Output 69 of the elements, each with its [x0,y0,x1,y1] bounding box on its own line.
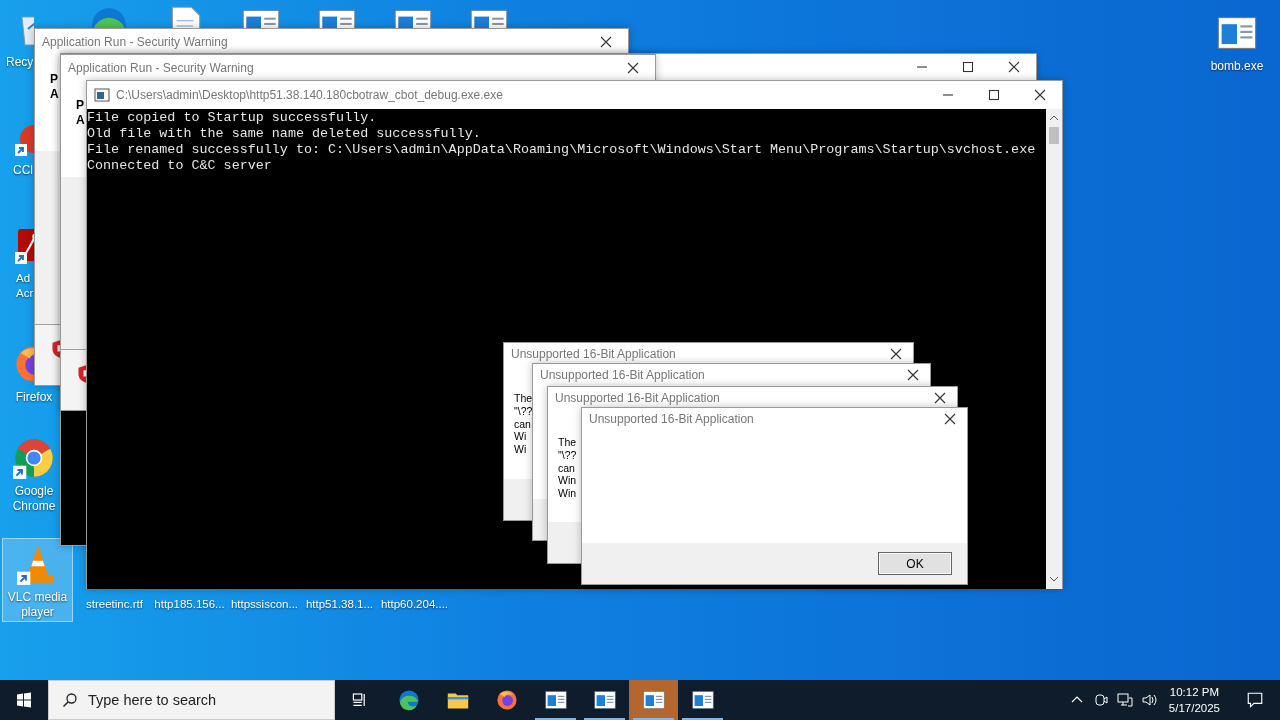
desktop-shortcut[interactable]: bomb.exe [1200,8,1274,76]
notification-icon[interactable] [1246,691,1264,709]
message-text: The [558,436,577,449]
window-title: Unsupported 16-Bit Application [589,412,754,426]
desktop-icon-label[interactable]: http51.38.1... [302,598,377,610]
window-title: Unsupported 16-Bit Application [511,347,676,361]
desktop-shortcut[interactable]: Recy [0,4,34,112]
desktop-icon-label: Recy [5,55,34,70]
scrollbar[interactable] [1046,109,1062,589]
desktop-icon-label: bomb.exe [1209,59,1265,74]
message-text: Wi [514,430,527,444]
close-icon[interactable] [598,34,614,50]
maximize-icon[interactable] [986,87,1002,103]
close-icon[interactable] [888,346,904,362]
network-icon[interactable] [1116,692,1133,708]
desktop-icon-label: Ad Acr [15,271,33,301]
ok-button[interactable]: OK [878,552,952,575]
field-label: P [76,98,84,113]
clock-time[interactable]: 10:12 PM [1168,684,1220,700]
window-app-icon [592,688,617,712]
window-title: Unsupported 16-Bit Application [540,368,705,382]
field-label: P [50,72,58,87]
maximize-icon[interactable] [960,59,976,75]
console-line: File copied to Startup successfully. [87,110,378,126]
message-text: can [514,417,531,431]
close-icon[interactable] [932,390,948,406]
desktop-shortcut[interactable]: Google Chrome [8,430,60,536]
window-app-icon [641,688,666,712]
close-icon[interactable] [905,367,921,383]
clock-date[interactable]: 5/17/2025 [1168,700,1220,716]
close-icon[interactable] [1006,59,1022,75]
desktop-icon-label[interactable]: http185.156... [152,598,227,610]
close-icon[interactable] [625,60,641,76]
console-icon [94,87,110,103]
message-text: Wi [514,443,527,456]
search-field[interactable]: Type here to search [48,680,335,720]
browser-icon [494,688,519,712]
desktop-icon-label: CCl [12,163,33,178]
desktop-icon-label: Google Chrome [11,484,57,514]
window-title: Unsupported 16-Bit Application [555,391,720,405]
volume-icon[interactable] [1140,692,1157,708]
window-app-icon [543,688,568,712]
message-text: Win [558,474,577,488]
message-text: "\?? [514,404,533,418]
camera-icon[interactable] [1092,692,1109,708]
close-icon[interactable] [1032,87,1048,103]
desktop-icon-label: Firefox [14,390,54,405]
console-line: Connected to C&C server [87,158,273,174]
message-text: Win [558,487,577,500]
field-label: A [50,87,59,102]
desktop-shortcut[interactable]: VLC media player [2,538,73,622]
browser-icon [12,436,56,480]
message-text: "\?? [558,448,577,462]
console-line: File renamed successfully to: C:\Users\admin\AppData\Roaming\Microsoft\Windows\Start Menu\Programs\Startup\svchost.exe [87,142,1037,158]
message-text: can [558,461,575,475]
close-icon[interactable] [942,411,958,427]
browser-icon [396,688,421,712]
window-app-icon [690,688,715,712]
desktop-icon-label[interactable]: httpssiscon... [227,598,302,610]
console-line: Old file with the same name deleted successfully. [87,126,482,142]
window-title: C:\Users\admin\Desktop\http51.38.140.180cbotraw_cbot_debug.exe.exe [116,88,503,102]
search-icon [62,692,78,708]
window-title: Application Run - Security Warning [68,61,254,75]
field-label: A [76,113,85,128]
window-title: Application Run - Security Warning [42,35,228,49]
desktop-icon-label[interactable]: streetinc.rtf [77,598,152,610]
desktop-icon-label[interactable]: http60.204.... [377,598,452,610]
message-text: The [514,392,533,405]
desktop-icon-label: VLC media player [6,590,69,620]
